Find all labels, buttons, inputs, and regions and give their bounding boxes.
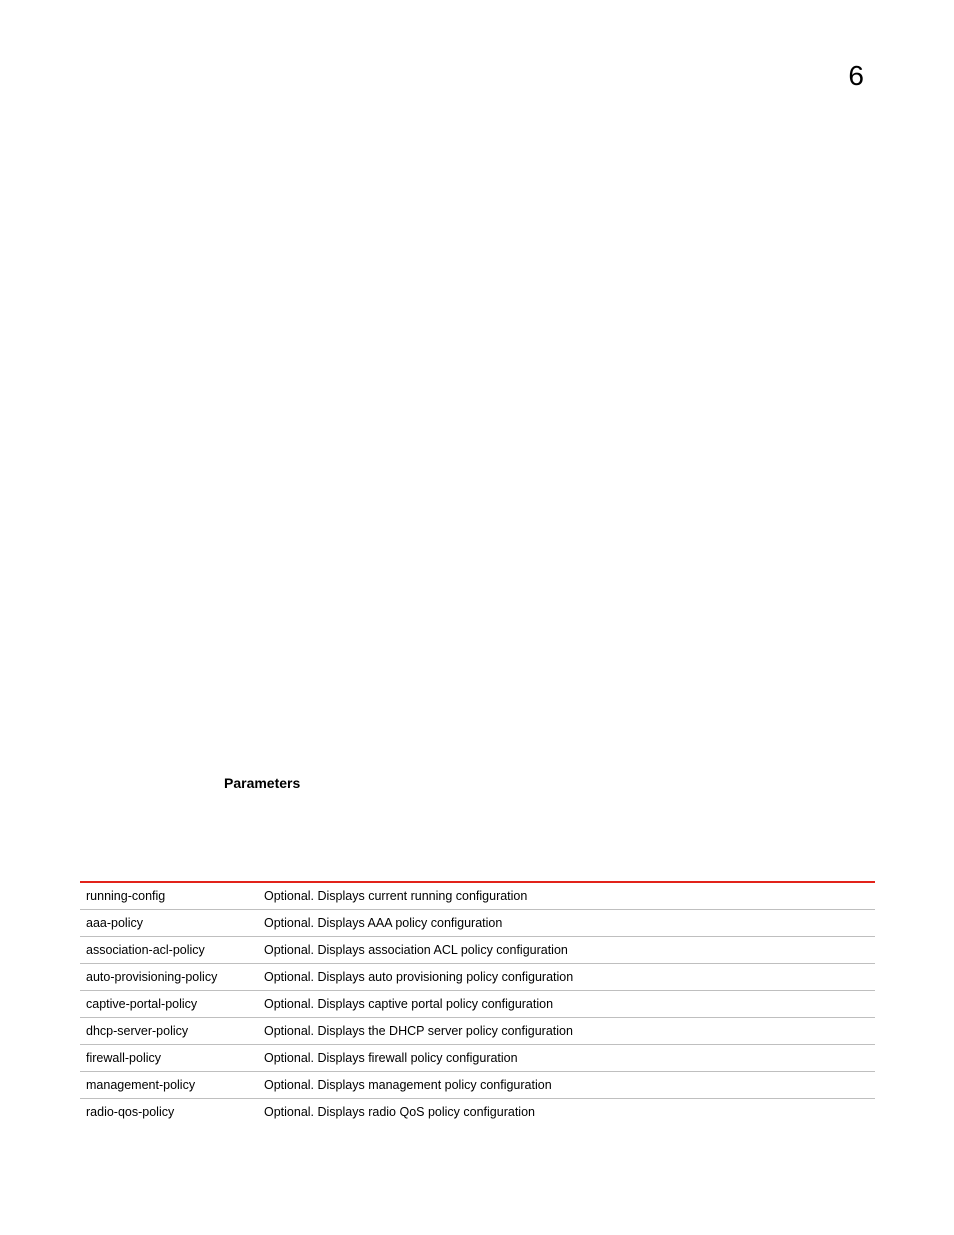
param-name: captive-portal-policy bbox=[80, 991, 258, 1018]
param-name: running-config bbox=[80, 883, 258, 910]
param-name: management-policy bbox=[80, 1072, 258, 1099]
parameters-heading: Parameters bbox=[224, 775, 300, 791]
page-number: 6 bbox=[848, 60, 864, 92]
table-row: aaa-policy Optional. Displays AAA policy… bbox=[80, 910, 875, 937]
table-row: running-config Optional. Displays curren… bbox=[80, 883, 875, 910]
param-desc: Optional. Displays AAA policy configurat… bbox=[258, 910, 875, 937]
param-desc: Optional. Displays radio QoS policy conf… bbox=[258, 1099, 875, 1126]
table-row: firewall-policy Optional. Displays firew… bbox=[80, 1045, 875, 1072]
param-desc: Optional. Displays association ACL polic… bbox=[258, 937, 875, 964]
table-row: captive-portal-policy Optional. Displays… bbox=[80, 991, 875, 1018]
param-name: auto-provisioning-policy bbox=[80, 964, 258, 991]
table-row: dhcp-server-policy Optional. Displays th… bbox=[80, 1018, 875, 1045]
param-desc: Optional. Displays auto provisioning pol… bbox=[258, 964, 875, 991]
table-row: association-acl-policy Optional. Display… bbox=[80, 937, 875, 964]
table-row: radio-qos-policy Optional. Displays radi… bbox=[80, 1099, 875, 1126]
param-name: association-acl-policy bbox=[80, 937, 258, 964]
param-desc: Optional. Displays the DHCP server polic… bbox=[258, 1018, 875, 1045]
parameters-table: running-config Optional. Displays curren… bbox=[80, 881, 875, 1125]
param-desc: Optional. Displays captive portal policy… bbox=[258, 991, 875, 1018]
param-name: firewall-policy bbox=[80, 1045, 258, 1072]
table-row: management-policy Optional. Displays man… bbox=[80, 1072, 875, 1099]
param-name: radio-qos-policy bbox=[80, 1099, 258, 1126]
param-desc: Optional. Displays management policy con… bbox=[258, 1072, 875, 1099]
parameters-table-container: running-config Optional. Displays curren… bbox=[80, 881, 875, 1125]
param-name: aaa-policy bbox=[80, 910, 258, 937]
param-desc: Optional. Displays firewall policy confi… bbox=[258, 1045, 875, 1072]
param-desc: Optional. Displays current running confi… bbox=[258, 883, 875, 910]
table-row: auto-provisioning-policy Optional. Displ… bbox=[80, 964, 875, 991]
param-name: dhcp-server-policy bbox=[80, 1018, 258, 1045]
